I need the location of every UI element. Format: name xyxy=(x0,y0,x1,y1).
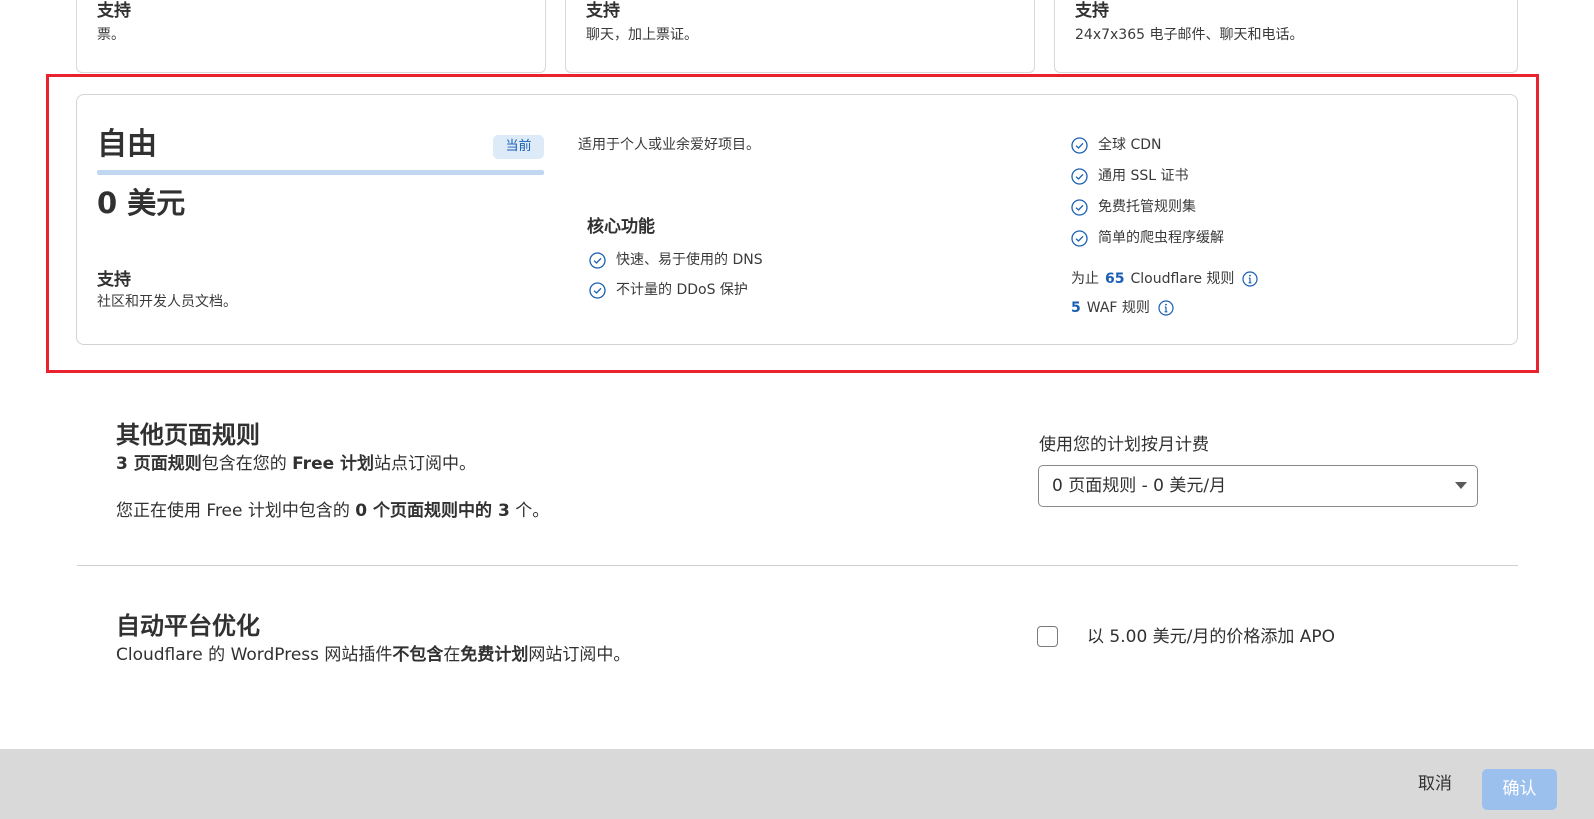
modal-footer: 取消 确认 xyxy=(0,749,1594,819)
feature-label: 免费托管规则集 xyxy=(1098,199,1196,215)
usage-text: 您正在使用 Free 计划中包含的 xyxy=(116,501,356,521)
rules-limit-prefix: 为止 xyxy=(1071,271,1099,287)
check-circle-icon xyxy=(1071,167,1088,185)
feature-label: 通用 SSL 证书 xyxy=(1098,168,1189,184)
apo-checkbox-label[interactable]: 以 5.00 美元/月的价格添加 APO xyxy=(1087,625,1335,649)
cancel-button[interactable]: 取消 xyxy=(1403,764,1467,804)
support-desc: 聊天，加上票证。 xyxy=(586,27,698,43)
waf-limit: 5 WAF 规则 xyxy=(1071,298,1174,318)
feature-item: 不计量的 DDoS 保护 xyxy=(589,280,748,300)
feature-item: 简单的爬虫程序缓解 xyxy=(1071,228,1224,248)
plan-price: 0 美元 xyxy=(97,186,186,220)
apo-title: 自动平台优化 xyxy=(116,612,260,640)
feature-item: 快速、易于使用的 DNS xyxy=(589,250,763,270)
apo-desc-text: Cloudflare 的 WordPress 网站插件 xyxy=(116,645,393,665)
included-text: 包含在您的 xyxy=(201,454,293,474)
rules-limit: 为止 65 Cloudflare 规则 xyxy=(1071,269,1258,289)
page-rules-title: 其他页面规则 xyxy=(116,421,260,449)
apo-section: 自动平台优化 Cloudflare 的 WordPress 网站插件不包含在免费… xyxy=(116,611,630,667)
section-divider xyxy=(77,565,1518,566)
apo-desc-text: 网站订阅中。 xyxy=(528,645,631,665)
page-rules-section: 其他页面规则 3 页面规则包含在您的 Free 计划站点订阅中。 您正在使用 F… xyxy=(116,420,549,523)
info-icon[interactable] xyxy=(1158,300,1174,316)
waf-limit-suffix: WAF 规则 xyxy=(1086,300,1150,316)
waf-limit-count: 5 xyxy=(1071,300,1081,316)
plan-tagline: 适用于个人或业余爱好项目。 xyxy=(578,137,760,153)
feature-label: 不计量的 DDoS 保护 xyxy=(616,282,748,298)
feature-label: 快速、易于使用的 DNS xyxy=(616,252,763,268)
feature-label: 全球 CDN xyxy=(1098,137,1162,153)
check-circle-icon xyxy=(589,281,606,299)
core-features-heading: 核心功能 xyxy=(587,217,655,237)
plan-selected-bar xyxy=(97,170,544,175)
billing-field-label: 使用您的计划按月计费 xyxy=(1039,435,1209,455)
plan-name: 自由 xyxy=(97,127,157,162)
support-desc: 社区和开发人员文档。 xyxy=(97,294,237,310)
apo-desc: Cloudflare 的 WordPress 网站插件不包含在免费计划网站订阅中… xyxy=(116,643,630,667)
support-heading: 支持 xyxy=(1075,1,1109,21)
apo-checkbox[interactable] xyxy=(1037,626,1058,647)
top-plan-cards: 支持 票。 支持 聊天，加上票证。 支持 24x7x365 电子邮件、聊天和电话… xyxy=(76,0,1518,73)
plan-card-pro[interactable]: 支持 票。 xyxy=(76,0,546,73)
included-text-end: 站点订阅中。 xyxy=(374,454,477,474)
feature-label: 简单的爬虫程序缓解 xyxy=(1098,230,1224,246)
support-desc: 24x7x365 电子邮件、聊天和电话。 xyxy=(1075,27,1304,43)
included-count: 3 页面规则 xyxy=(116,454,202,474)
plan-name-bold: Free 计划 xyxy=(292,454,375,474)
confirm-button[interactable]: 确认 xyxy=(1482,769,1557,810)
apo-desc-bold: 免费计划 xyxy=(460,645,529,665)
select-value: 0 页面规则 - 0 美元/月 xyxy=(1052,476,1227,496)
plan-card-business[interactable]: 支持 聊天，加上票证。 xyxy=(565,0,1035,73)
support-heading: 支持 xyxy=(97,1,131,21)
current-badge: 当前 xyxy=(493,135,544,159)
feature-item: 免费托管规则集 xyxy=(1071,197,1196,217)
page-rules-usage: 您正在使用 Free 计划中包含的 0 个页面规则中的 3 个。 xyxy=(116,499,549,523)
plan-card-enterprise[interactable]: 支持 24x7x365 电子邮件、聊天和电话。 xyxy=(1054,0,1518,73)
plan-card-free[interactable]: 自由 当前 0 美元 支持 社区和开发人员文档。 适用于个人或业余爱好项目。 核… xyxy=(76,94,1518,345)
info-icon[interactable] xyxy=(1242,271,1258,287)
check-circle-icon xyxy=(1071,198,1088,216)
feature-item: 全球 CDN xyxy=(1071,135,1161,155)
apo-desc-text: 在 xyxy=(443,645,461,665)
check-circle-icon xyxy=(1071,229,1088,247)
support-heading: 支持 xyxy=(586,1,620,21)
page-rules-select[interactable]: 0 页面规则 - 0 美元/月 xyxy=(1038,465,1478,507)
usage-text-end: 个。 xyxy=(509,501,550,521)
check-circle-icon xyxy=(1071,136,1088,154)
check-circle-icon xyxy=(589,251,606,269)
support-desc: 票。 xyxy=(97,27,125,43)
page-rules-included: 3 页面规则包含在您的 Free 计划站点订阅中。 xyxy=(116,452,549,476)
caret-down-icon xyxy=(1455,482,1467,489)
apo-desc-bold: 不包含 xyxy=(392,645,444,665)
rules-limit-count: 65 xyxy=(1105,271,1125,287)
support-heading: 支持 xyxy=(97,270,131,290)
rules-limit-suffix: Cloudflare 规则 xyxy=(1130,271,1235,287)
usage-count: 0 个页面规则中的 3 xyxy=(355,501,510,521)
feature-item: 通用 SSL 证书 xyxy=(1071,166,1188,186)
